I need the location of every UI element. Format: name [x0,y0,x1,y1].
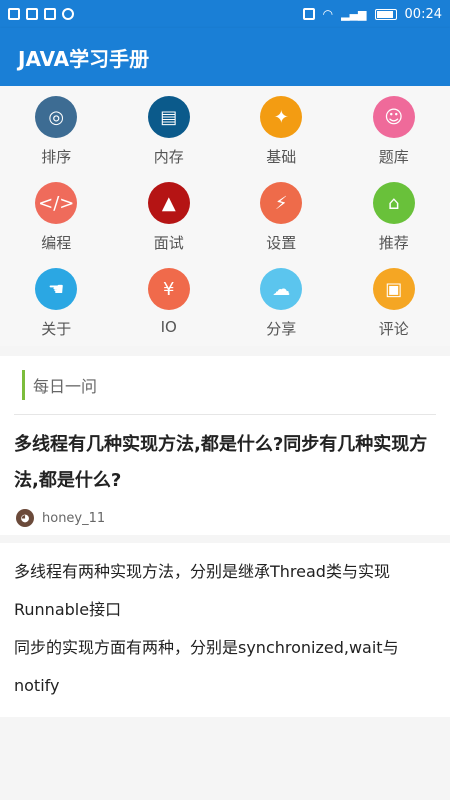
wifi-icon: ◠ [322,7,334,21]
grid-item-label[interactable]: 设置 [266,232,296,253]
grid-item-label[interactable]: 题库 [379,146,409,167]
globe-icon[interactable]: ◎ [35,96,78,138]
grid-item-label[interactable]: 内存 [154,146,184,167]
app-bar: JAVA学习手册 [0,28,450,86]
daily-question-card: 每日一问 多线程有几种实现方法,都是什么?同步有几种实现方法,都是什么? ◕ h… [0,356,450,535]
grid-item-flash-tag[interactable]: ⚡ 设置 [225,182,338,268]
grid-item-download[interactable]: ¥ IO [113,268,226,354]
home-icon[interactable]: ⌂ [372,182,415,224]
question-text[interactable]: 多线程有几种实现方法,都是什么?同步有几种实现方法,都是什么? [0,415,450,499]
author-name[interactable]: honey_11 [42,511,105,526]
status-time: 00:24 [404,6,442,22]
grid-item-label[interactable]: 推荐 [379,232,409,253]
daily-accent-bar [22,370,25,400]
chat-icon [62,8,74,20]
grid-item-code[interactable]: </> 编程 [0,182,113,268]
s-app-icon [44,8,56,20]
status-bar: ◠ ▂▄▆ 00:24 [0,0,450,28]
grid-item-document[interactable]: ▤ 内存 [113,96,226,182]
grid-item-graduation-cap[interactable]: ▲ 面试 [113,182,226,268]
grid-item-label[interactable]: 评论 [379,318,409,339]
app-title: JAVA学习手册 [18,46,150,71]
battery-icon [374,8,397,20]
avatar[interactable]: ◕ [16,509,34,527]
cloud-icon[interactable]: ☁ [260,268,303,310]
answer-text: 多线程有两种实现方法，分别是继承Thread类与实现Runnable接口 同步的… [14,553,436,705]
bottle-icon[interactable]: ✦ [260,96,303,138]
daily-title: 每日一问 [33,377,98,396]
footprint-icon[interactable]: ☚ [35,268,78,310]
download-icon[interactable]: ¥ [147,268,190,310]
grid-item-label[interactable]: 基础 [266,146,296,167]
graduation-cap-icon[interactable]: ▲ [147,182,190,224]
grid-item-head[interactable]: ☺ 题库 [338,96,450,182]
head-icon[interactable]: ☺ [372,96,415,138]
grid-item-footprint[interactable]: ☚ 关于 [0,268,113,354]
grid-item-label[interactable]: IO [161,318,177,336]
usb-icon [26,8,38,20]
grid-item-label[interactable]: 面试 [154,232,184,253]
vibrate-icon [302,8,315,20]
status-right-icons: ◠ ▂▄▆ 00:24 [302,6,442,22]
code-icon[interactable]: </> [35,182,78,224]
grid-item-home[interactable]: ⌂ 推荐 [338,182,450,268]
daily-header: 每日一问 [0,356,450,414]
grid-item-cloud[interactable]: ☁ 分享 [225,268,338,354]
grid-item-label[interactable]: 关于 [41,318,71,339]
tablet-icon[interactable]: ▣ [372,268,415,310]
status-left-icons [8,8,74,20]
answer-line-1: 多线程有两种实现方法，分别是继承Thread类与实现Runnable接口 [14,562,390,619]
grid-item-label[interactable]: 排序 [41,146,71,167]
author-row[interactable]: ◕ honey_11 [0,499,450,535]
grid-item-bottle[interactable]: ✦ 基础 [225,96,338,182]
flash-tag-icon[interactable]: ⚡ [260,182,303,224]
signal-icon: ▂▄▆ [341,7,367,21]
grid-item-globe[interactable]: ◎ 排序 [0,96,113,182]
document-icon[interactable]: ▤ [147,96,190,138]
grid-item-tablet[interactable]: ▣ 评论 [338,268,450,354]
feature-grid: ◎ 排序 ▤ 内存 ✦ 基础 ☺ 题库 </> 编程 ▲ 面试 ⚡ 设置 ⌂ 推荐 ☚ 关于 ¥ IO ☁ 分享 ▣ 评论 [0,86,450,346]
answer-card: 多线程有两种实现方法，分别是继承Thread类与实现Runnable接口 同步的… [0,543,450,717]
grid-icon [8,8,20,20]
answer-line-2: 同步的实现方面有两种，分别是synchronized,wait与notify [14,638,399,695]
grid-item-label[interactable]: 编程 [41,232,71,253]
grid-item-label[interactable]: 分享 [266,318,296,339]
